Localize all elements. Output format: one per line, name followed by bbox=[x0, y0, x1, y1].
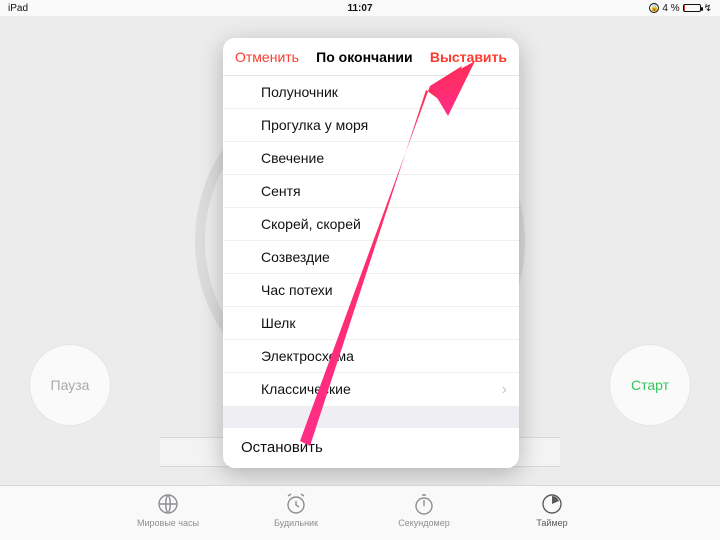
battery-icon bbox=[683, 4, 701, 12]
ringtone-list[interactable]: Полуночник Прогулка у моря Свечение Сент… bbox=[223, 76, 519, 406]
list-item[interactable]: Свечение bbox=[223, 142, 519, 175]
done-button[interactable]: Выставить bbox=[430, 49, 507, 65]
alarm-clock-icon bbox=[284, 492, 308, 516]
list-item[interactable]: Час потехи bbox=[223, 274, 519, 307]
cancel-button[interactable]: Отменить bbox=[235, 49, 299, 65]
list-item[interactable]: Скорей, скорей bbox=[223, 208, 519, 241]
classic-row[interactable]: Классические› bbox=[223, 373, 519, 406]
list-item[interactable]: Созвездие bbox=[223, 241, 519, 274]
charging-icon: ↯ bbox=[704, 3, 712, 14]
stopwatch-icon bbox=[412, 492, 436, 516]
status-right: 🔒 4 % ↯ bbox=[649, 3, 712, 14]
popover-title: По окончании bbox=[316, 49, 412, 65]
sound-picker-popover: Отменить По окончании Выставить Полуночн… bbox=[223, 38, 519, 468]
list-item[interactable]: Прогулка у моря bbox=[223, 109, 519, 142]
list-item[interactable]: Сентя bbox=[223, 175, 519, 208]
tab-stopwatch[interactable]: Секундомер bbox=[388, 492, 460, 540]
globe-icon bbox=[156, 492, 180, 516]
chevron-right-icon: › bbox=[502, 373, 507, 406]
tab-alarm[interactable]: Будильник bbox=[260, 492, 332, 540]
list-item[interactable]: Полуночник bbox=[223, 76, 519, 109]
list-item[interactable]: Электросхема bbox=[223, 340, 519, 373]
battery-percent: 4 % bbox=[662, 3, 679, 14]
popover-header: Отменить По окончании Выставить bbox=[223, 38, 519, 76]
tab-world-clock[interactable]: Мировые часы bbox=[132, 492, 204, 540]
device-label: iPad bbox=[8, 3, 28, 14]
pause-button[interactable]: Пауза bbox=[30, 345, 110, 425]
section-gap bbox=[223, 406, 519, 428]
tab-timer[interactable]: Таймер bbox=[516, 492, 588, 540]
orientation-lock-icon: 🔒 bbox=[649, 3, 659, 13]
timer-icon bbox=[540, 492, 564, 516]
status-bar: iPad 11:07 🔒 4 % ↯ bbox=[0, 0, 720, 16]
timer-screen: Пауза Старт ♪ Радар Отменить По окончани… bbox=[0, 16, 720, 485]
start-button[interactable]: Старт bbox=[610, 345, 690, 425]
clock-time: 11:07 bbox=[347, 3, 372, 14]
list-item[interactable]: Шелк bbox=[223, 307, 519, 340]
stop-playing-row[interactable]: Остановить bbox=[223, 428, 519, 468]
tab-bar: Мировые часы Будильник Секундомер Таймер bbox=[0, 485, 720, 540]
